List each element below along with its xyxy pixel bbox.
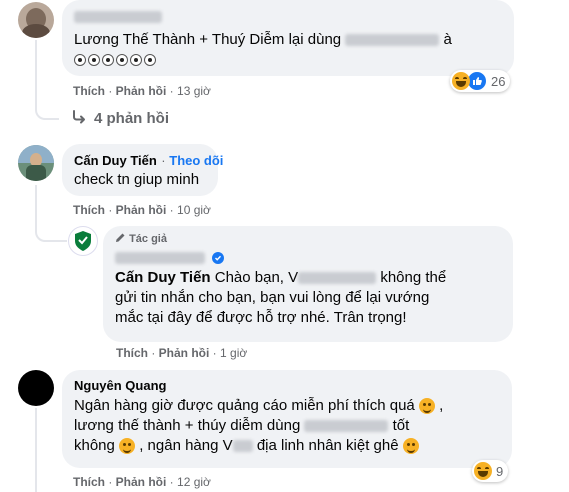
comment-text: check tn giup minh	[74, 171, 200, 188]
reply-text: Cấn Duy Tiến Chào bạn, V không thể gửi t…	[115, 269, 447, 326]
timestamp[interactable]: 10 giờ	[177, 203, 211, 217]
page-avatar[interactable]	[68, 226, 98, 256]
reply-button[interactable]: Phản hồi	[159, 346, 210, 360]
author-badge: Tác giả	[115, 232, 167, 245]
reply-author-blurred[interactable]	[115, 249, 225, 267]
smile-emoji-icon	[119, 438, 136, 455]
comment-actions: Thích · Phản hồi · 13 giờ	[73, 84, 211, 98]
comment-bubble: Cấn Duy Tiến · Theo dõi check tn giup mi…	[62, 144, 223, 196]
reaction-count[interactable]: 26	[450, 70, 511, 92]
follow-link[interactable]: Theo dõi	[169, 153, 223, 168]
comment-bubble: Nguyên Quang Ngân hàng giờ được quảng cá…	[62, 370, 512, 468]
reaction-count[interactable]: 9	[472, 460, 509, 482]
like-button[interactable]: Thích	[73, 203, 105, 217]
comment-author[interactable]: Nguyên Quang	[74, 378, 166, 393]
haha-icon	[474, 462, 492, 480]
verified-icon	[212, 251, 225, 264]
view-replies-link[interactable]: 4 phản hồi	[72, 110, 169, 127]
comment-text: Lương Thế Thành + Thuý Diễm lại dùng à	[74, 31, 452, 48]
timestamp[interactable]: 13 giờ	[177, 84, 211, 98]
haha-icon	[452, 72, 470, 90]
like-button[interactable]: Thích	[73, 475, 105, 489]
avatar[interactable]	[18, 370, 54, 406]
reply-button[interactable]: Phản hồi	[116, 203, 167, 217]
comment-actions: Thích · Phản hồi · 10 giờ	[73, 203, 211, 217]
pencil-icon	[116, 233, 125, 242]
thread-line	[35, 218, 67, 242]
mention-link[interactable]: Cấn Duy Tiến	[115, 269, 211, 286]
reply-button[interactable]: Phản hồi	[116, 475, 167, 489]
smile-emoji-icon	[402, 438, 419, 455]
reply-actions: Thích · Phản hồi · 1 giờ	[116, 346, 248, 360]
reply-bubble: Tác giả Cấn Duy Tiến Chào bạn, V không t…	[103, 226, 513, 342]
eyes-emoji-row	[74, 54, 156, 66]
avatar[interactable]	[18, 145, 54, 181]
like-button[interactable]: Thích	[116, 346, 148, 360]
smile-emoji-icon	[418, 398, 435, 415]
comment-author-blurred[interactable]	[74, 8, 162, 26]
comment-author[interactable]: Cấn Duy Tiến	[74, 153, 157, 168]
like-button[interactable]: Thích	[73, 84, 105, 98]
reply-button[interactable]: Phản hồi	[116, 84, 167, 98]
thread-line	[35, 100, 59, 120]
comment-bubble: Lương Thế Thành + Thuý Diễm lại dùng à 👀…	[62, 0, 514, 76]
comment-text: Ngân hàng giờ được quảng cáo miễn phí th…	[74, 397, 444, 455]
thread-line	[35, 408, 37, 492]
comment-actions: Thích · Phản hồi · 12 giờ	[73, 475, 211, 489]
like-icon	[467, 71, 487, 91]
reply-arrow-icon	[73, 110, 85, 124]
shield-logo-icon	[75, 231, 91, 251]
timestamp[interactable]: 1 giờ	[220, 346, 247, 360]
avatar[interactable]	[18, 2, 54, 38]
timestamp[interactable]: 12 giờ	[177, 475, 211, 489]
